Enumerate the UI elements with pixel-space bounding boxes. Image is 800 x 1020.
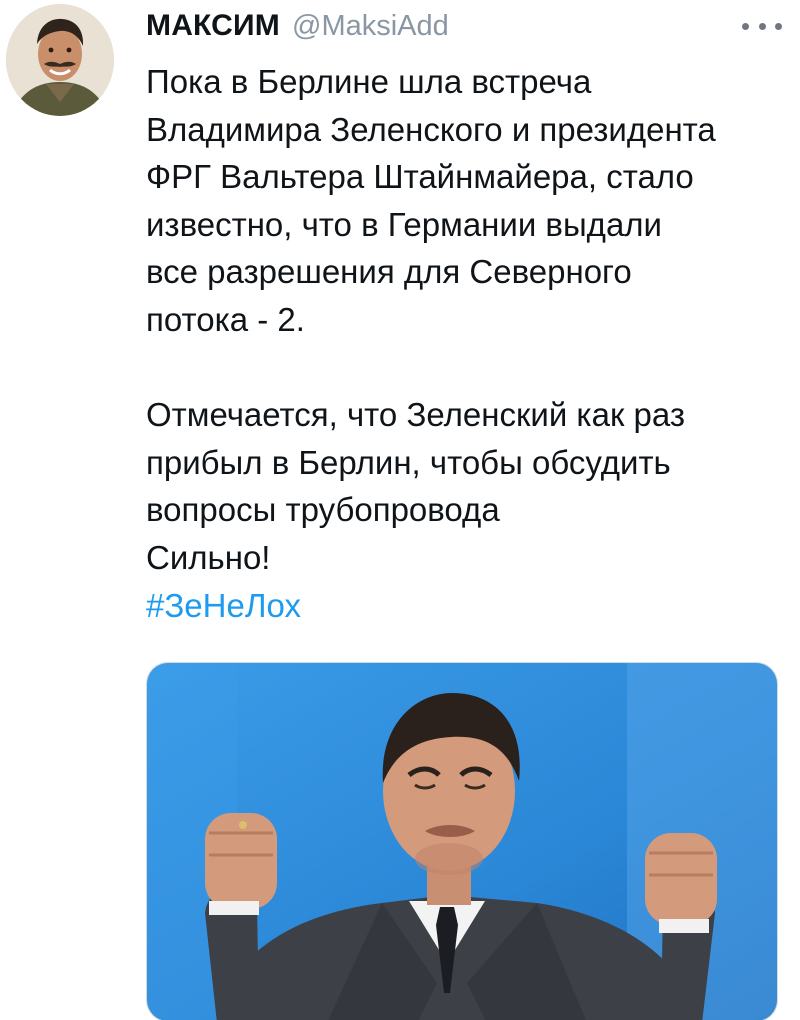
more-dot bbox=[758, 22, 766, 30]
author-display-name[interactable]: МАКСИМ bbox=[146, 9, 280, 43]
tweet-text-line: потока - 2. bbox=[146, 300, 305, 338]
tweet-text-line: вопросы трубопровода bbox=[146, 491, 500, 529]
profile-photo bbox=[6, 4, 114, 116]
more-dot bbox=[775, 22, 782, 30]
tweet-text: Пока в Берлине шла встреча Владимира Зел… bbox=[146, 58, 786, 629]
paragraph-break bbox=[146, 344, 786, 392]
tweet-text-line: Сильно! bbox=[146, 538, 271, 576]
author-handle[interactable]: @MaksiAdd bbox=[292, 10, 449, 43]
tweet-text-line: известно, что в Германии выдали bbox=[146, 205, 662, 243]
more-options-icon[interactable] bbox=[742, 16, 782, 36]
author-avatar[interactable] bbox=[6, 4, 114, 116]
tweet-text-line: все разрешения для Северного bbox=[146, 253, 632, 291]
photo-man-raising-fists bbox=[147, 663, 777, 1020]
tweet-text-line: прибыл в Берлин, чтобы обсудить bbox=[146, 443, 671, 481]
tweet-text-line: Отмечается, что Зеленский как раз bbox=[146, 396, 686, 434]
tweet-text-line: Владимира Зеленского и президента bbox=[146, 110, 716, 148]
tweet-text-line: ФРГ Вальтера Штайнмайера, стало bbox=[146, 158, 694, 196]
tweet: МАКСИМ @MaksiAdd Пока в Берлине шла встр… bbox=[0, 0, 800, 1020]
tweet-media-image[interactable] bbox=[146, 662, 778, 1020]
hashtag-link[interactable]: #ЗеНеЛох bbox=[146, 582, 786, 630]
tweet-header: МАКСИМ @MaksiAdd bbox=[146, 6, 780, 46]
tweet-text-line: Пока в Берлине шла встреча bbox=[146, 63, 592, 100]
more-dot bbox=[742, 22, 749, 30]
